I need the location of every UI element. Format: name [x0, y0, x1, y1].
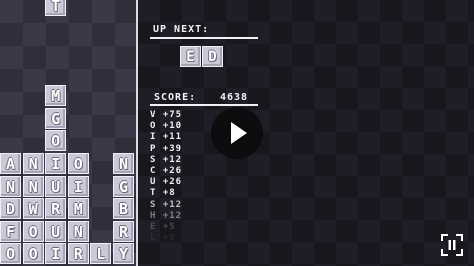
- board-tile: O: [67, 153, 89, 174]
- side-panel: UP NEXT: E D SCORE: 4638 V +75 O +10 I +11…: [138, 0, 474, 266]
- board-tile: R: [45, 198, 67, 220]
- board-tile: O: [22, 243, 44, 265]
- board-tile: U: [45, 175, 67, 197]
- up-next-underline: [150, 37, 258, 39]
- up-next-label: UP NEXT:: [153, 24, 210, 35]
- play-icon: [231, 122, 247, 144]
- board-tile: I: [45, 153, 67, 174]
- board-tile: N: [0, 175, 21, 197]
- letter-value-row: E +5: [150, 221, 176, 232]
- letter-value-row: U +26: [150, 177, 183, 188]
- letter-value-row: L +8: [150, 233, 176, 244]
- board-tile: N: [67, 220, 89, 242]
- board-tile: B: [113, 198, 134, 220]
- next-tile-1: E: [180, 46, 201, 67]
- board-tile: M: [45, 85, 67, 107]
- letter-value-row: S +12: [150, 154, 183, 165]
- letter-values-list: V +75 O +10 I +11 P +39 S +12 C +26 U +26 T +8 S…: [150, 110, 182, 244]
- board-tile: O: [45, 130, 67, 152]
- score-label: SCORE:: [154, 92, 197, 103]
- board-tile: W: [22, 198, 44, 220]
- board-tile: D: [0, 198, 21, 220]
- board-tile: G: [45, 107, 67, 129]
- next-tile-2: D: [202, 46, 223, 67]
- letter-value-row: H +12: [150, 210, 183, 221]
- board-tile: O: [22, 220, 44, 242]
- letter-value-row: T +8: [150, 188, 176, 199]
- board-tile: R: [113, 220, 134, 242]
- board-tile: T: [45, 0, 67, 16]
- game-board[interactable]: TMGOANIONNNUIGDWRMBFOUNROOIRLY: [0, 0, 136, 266]
- board-tile: M: [67, 198, 89, 220]
- board-tile: I: [67, 175, 89, 197]
- score-value: 4638: [220, 92, 249, 103]
- play-button[interactable]: [211, 107, 263, 159]
- board-tile: N: [22, 153, 44, 174]
- board-tile: I: [45, 243, 67, 265]
- board-tile: R: [67, 243, 89, 265]
- board-tile: N: [22, 175, 44, 197]
- pause-icon: [441, 234, 463, 256]
- board-tile: F: [0, 220, 21, 242]
- letter-value-row: I +11: [150, 132, 183, 143]
- board-tile: L: [90, 243, 112, 265]
- letter-value-row: S +12: [150, 199, 183, 210]
- letter-value-row: C +26: [150, 165, 183, 176]
- board-tile: G: [113, 175, 134, 197]
- letter-value-row: V +75: [150, 110, 183, 120]
- letter-value-row: O +10: [150, 121, 183, 132]
- board-tile: A: [0, 153, 21, 174]
- board-tile: N: [113, 153, 134, 174]
- board-tile: Y: [113, 243, 134, 265]
- board-tile: O: [0, 243, 21, 265]
- letter-value-row: P +39: [150, 143, 183, 154]
- score-underline: [150, 104, 258, 106]
- pause-button[interactable]: [440, 233, 464, 257]
- board-tile: U: [45, 220, 67, 242]
